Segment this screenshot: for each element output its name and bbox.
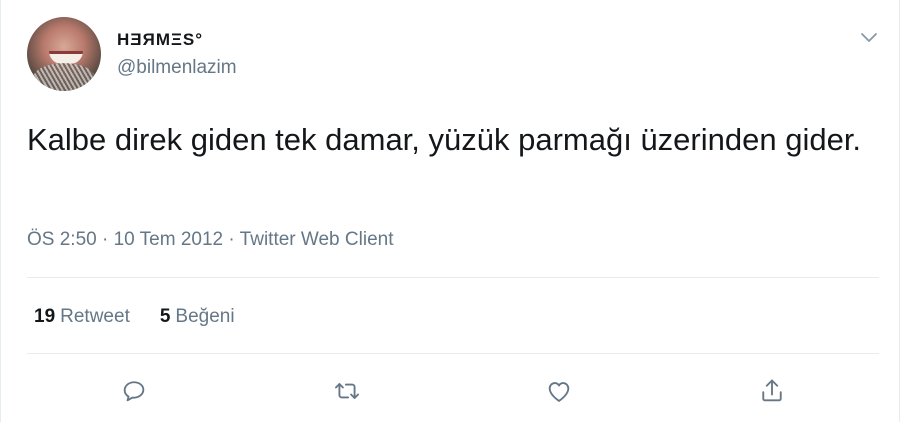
retweet-stat[interactable]: 19 Retweet: [34, 306, 130, 328]
divider: [27, 353, 879, 354]
reply-button[interactable]: [118, 375, 150, 407]
meta-separator: ·: [102, 229, 109, 250]
heart-icon: [548, 382, 570, 402]
tweet-text: Kalbe direk giden tek damar, yüzük parma…: [27, 122, 862, 157]
tweet-source[interactable]: Twitter Web Client: [240, 229, 394, 250]
tweet-card: HƎЯMΞS° @bilmenlazim Kalbe direk giden t…: [0, 0, 900, 422]
share-button[interactable]: [756, 375, 788, 407]
retweet-icon: [334, 383, 360, 399]
tweet-meta: ÖS 2:50 · 10 Tem 2012 · Twitter Web Clie…: [27, 229, 393, 251]
like-label: Beğeni: [175, 306, 235, 327]
avatar-beard: [33, 63, 95, 91]
reply-icon: [123, 381, 145, 402]
meta-separator: ·: [228, 229, 235, 250]
avatar[interactable]: [27, 17, 101, 91]
retweet-label: Retweet: [60, 306, 130, 327]
retweet-count: 19: [34, 306, 56, 327]
like-stat[interactable]: 5 Beğeni: [160, 306, 235, 328]
divider: [27, 277, 879, 278]
tweet-date[interactable]: 10 Tem 2012: [114, 229, 224, 250]
username[interactable]: @bilmenlazim: [117, 57, 237, 79]
share-icon: [762, 379, 782, 402]
tweet-stats: 19 Retweet 5 Beğeni: [34, 306, 235, 328]
display-name[interactable]: HƎЯMΞS°: [117, 30, 203, 50]
tweet-time[interactable]: ÖS 2:50: [27, 229, 97, 250]
like-count: 5: [159, 306, 171, 327]
retweet-button[interactable]: [331, 375, 363, 407]
chevron-down-icon[interactable]: [857, 25, 881, 49]
like-button[interactable]: [543, 375, 575, 407]
